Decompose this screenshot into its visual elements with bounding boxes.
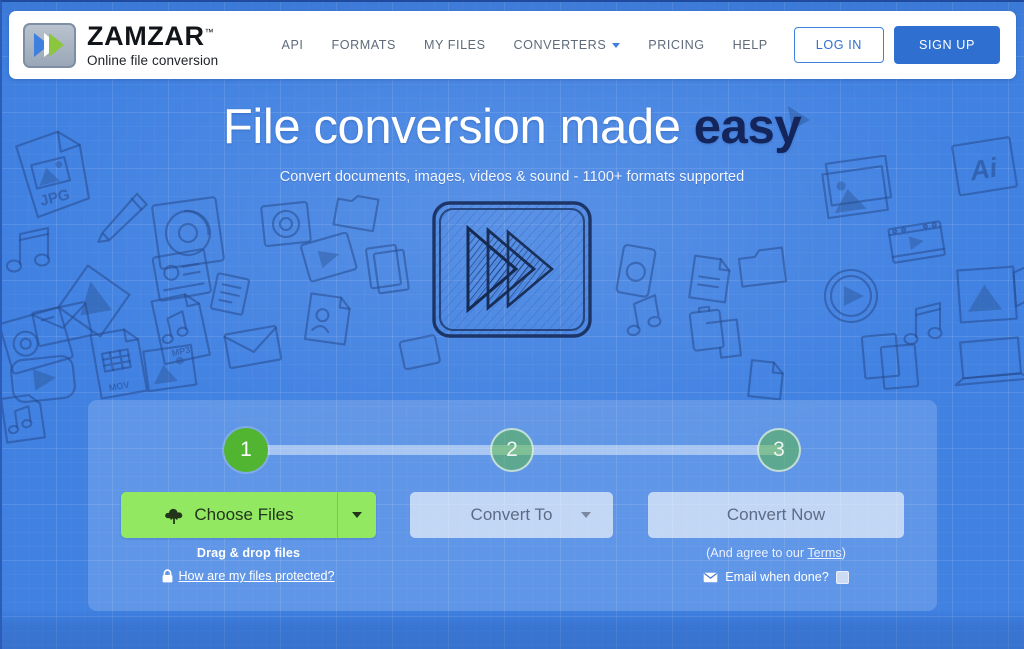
step-indicator: 1 2 3 [88,428,937,472]
email-when-done-label: Email when done? [725,570,829,584]
step-3-indicator[interactable]: 3 [757,428,801,472]
page-title: File conversion made easy [0,100,1024,154]
terms-prefix: (And agree to our [706,546,808,560]
sketch-triple-triangle-logo-icon [424,196,600,342]
choose-files-dropdown-toggle[interactable] [338,492,376,538]
nav-links: API FORMATS MY FILES CONVERTERS PRICING … [268,26,1000,64]
email-when-done-checkbox[interactable] [835,570,849,584]
sign-up-button[interactable]: SIGN UP [894,26,1000,64]
drag-drop-label: Drag & drop files [196,546,301,560]
step-2-indicator[interactable]: 2 [490,428,534,472]
lock-icon [163,569,173,583]
brand-tagline: Online file conversion [87,52,219,68]
double-chevron-logo-icon [23,22,76,68]
envelope-icon [703,572,718,582]
upload-helper-text: Drag & drop files How are my files prote… [121,546,376,583]
step-1-indicator[interactable]: 1 [224,428,268,472]
terms-agreement-text: (And agree to our Terms) [648,546,904,560]
choose-files-main[interactable]: Choose Files [121,492,338,538]
terms-suffix: ) [841,546,846,560]
convert-to-dropdown[interactable]: Convert To [410,492,613,538]
caret-down-icon [581,512,591,518]
top-navigation-bar: ZAMZAR™ Online file conversion API FORMA… [9,11,1016,79]
cloud-upload-icon [165,508,183,524]
terms-helper-text: (And agree to our Terms) Email when done… [648,546,904,584]
nav-label: HELP [732,38,768,52]
email-when-done-row[interactable]: Email when done? [648,570,904,584]
nav-item-my-files[interactable]: MY FILES [410,30,500,60]
nav-item-pricing[interactable]: PRICING [634,30,718,60]
page-root: JPG MP3 MOV Ai ZAMZAR™ Online file conve… [0,0,1024,649]
choose-files-button[interactable]: Choose Files [121,492,376,538]
brand-text: ZAMZAR™ Online file conversion [87,20,219,68]
chevron-down-icon [612,42,621,48]
nav-label: API [281,38,304,52]
caret-down-icon [352,512,362,518]
brand-name-text: ZAMZAR [87,20,205,51]
nav-label: MY FILES [423,38,486,52]
nav-label: CONVERTERS [513,38,607,52]
nav-label: PRICING [648,38,705,52]
files-protected-link[interactable]: How are my files protected? [178,569,334,583]
brand-name: ZAMZAR™ [87,20,215,51]
terms-link[interactable]: Terms [807,546,841,560]
nav-item-api[interactable]: API [268,30,318,60]
brand-logo[interactable]: ZAMZAR™ Online file conversion [23,20,219,68]
nav-item-converters[interactable]: CONVERTERS [500,30,635,60]
converter-actions-row: Choose Files Convert To Convert Now [88,492,937,538]
hero-title-plain: File conversion made [222,100,694,154]
nav-item-help[interactable]: HELP [719,30,782,60]
choose-files-label: Choose Files [194,505,294,524]
hero-title-emphasis: easy [693,100,802,154]
convert-now-button[interactable]: Convert Now [648,492,904,538]
file-converter-panel: 1 2 3 Choose Files Convert To Convert No… [88,400,937,611]
nav-label: FORMATS [331,38,396,52]
nav-item-formats[interactable]: FORMATS [317,30,409,60]
hero-subtitle: Convert documents, images, videos & soun… [279,169,745,186]
files-protected-row[interactable]: How are my files protected? [121,569,376,583]
convert-to-label: Convert To [470,505,553,524]
brand-trademark: ™ [204,26,215,37]
hero-section: File conversion made easy Convert docume… [0,100,1024,186]
log-in-button[interactable]: LOG IN [793,27,885,63]
